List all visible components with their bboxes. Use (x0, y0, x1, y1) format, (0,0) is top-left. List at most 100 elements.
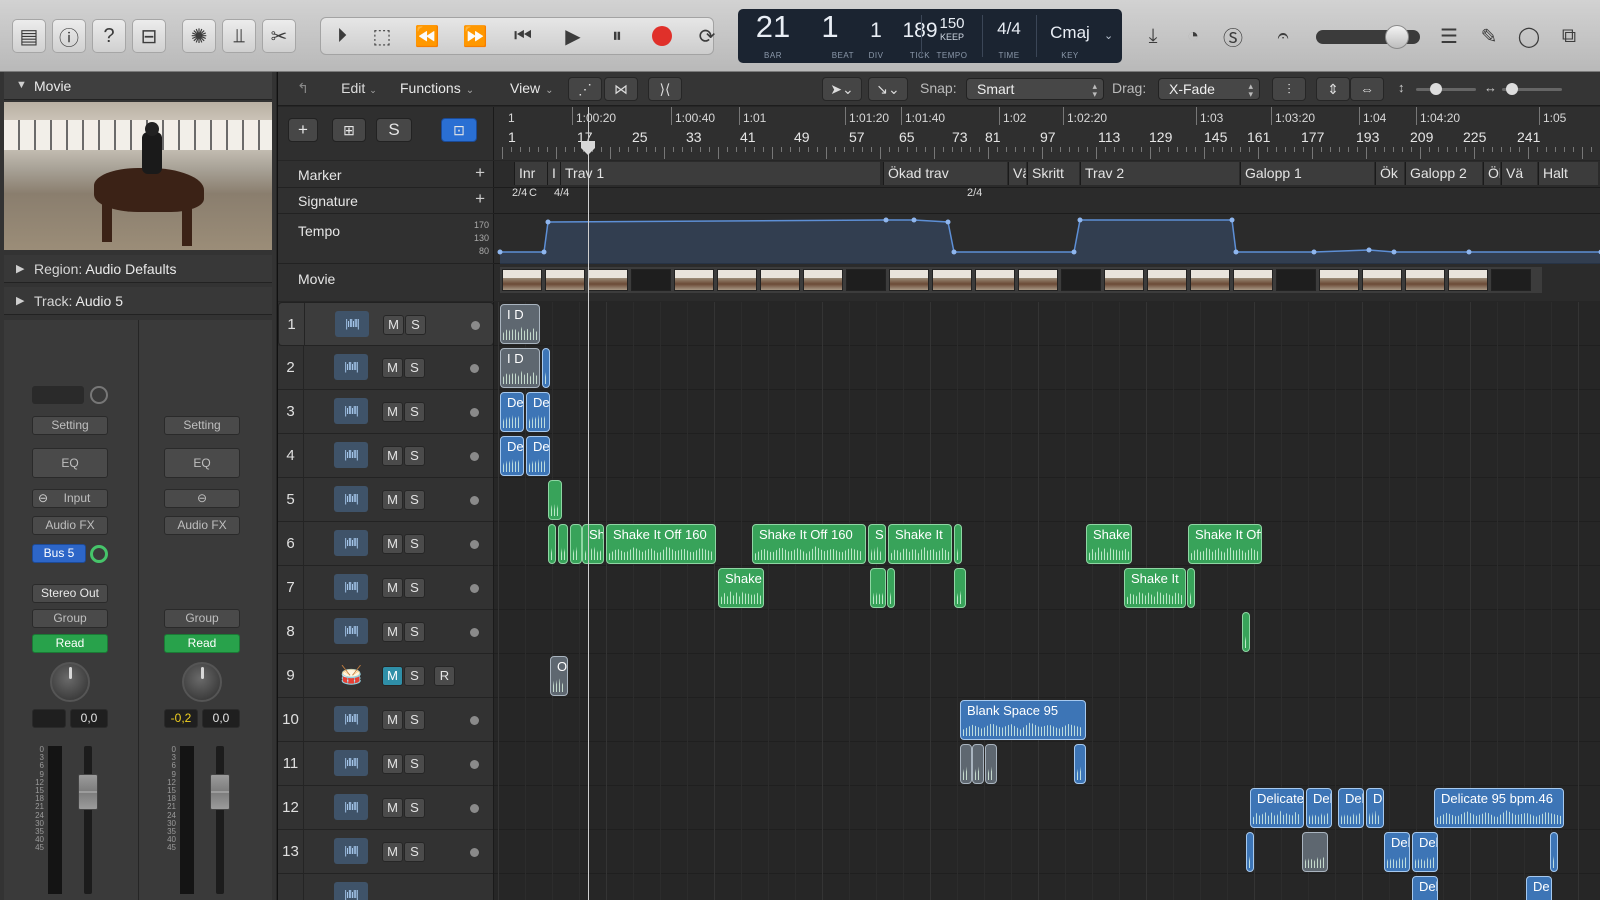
audio-waveform-icon[interactable]: |ıllıll| (334, 530, 368, 556)
marker-8[interactable]: Ök (1375, 162, 1404, 185)
audio-region[interactable] (542, 348, 550, 388)
drag-select[interactable]: X-Fade ▴ ▾ (1158, 78, 1260, 100)
audio-waveform-icon[interactable]: |ıllıll| (335, 311, 369, 337)
marker-4[interactable]: Vä (1008, 162, 1026, 185)
pause-icon[interactable]: ⏸ (600, 19, 634, 53)
strip2-pan-knob[interactable] (182, 662, 222, 702)
audio-region[interactable]: Shake It (1124, 568, 1186, 608)
audio-region[interactable]: Sh (582, 524, 604, 564)
global-solo-button[interactable]: S (376, 118, 412, 142)
strip2-fader-track[interactable] (216, 746, 224, 894)
signature-0[interactable]: 2/4 (512, 188, 527, 199)
audio-waveform-icon[interactable]: |ıllıll| (334, 486, 368, 512)
record-icon[interactable] (645, 19, 679, 53)
track-lanes[interactable]: I D I D Del De Del De Sh Shake It Off 160 Shake … (494, 302, 1600, 900)
fast-forward-icon[interactable]: ⏩ (458, 19, 492, 53)
audio-region[interactable]: Del (1412, 876, 1438, 900)
play-from-start-icon[interactable]: ⏵ (325, 19, 359, 53)
mute-button[interactable]: M (382, 446, 403, 466)
editors-scissors-icon[interactable]: ✂ (262, 19, 296, 53)
mute-button[interactable]: M (382, 710, 403, 730)
mute-button[interactable]: M (382, 622, 403, 642)
signature-2[interactable]: 4/4 (554, 188, 569, 199)
strip2-group-button[interactable]: Group (164, 609, 240, 628)
audio-waveform-icon[interactable]: |ıllıll| (334, 882, 368, 900)
strip2-link-button[interactable]: ⊖ (164, 489, 240, 508)
strip2-setting-button[interactable]: Setting (164, 416, 240, 435)
audio-region[interactable]: Del (1384, 832, 1410, 872)
audio-region[interactable]: D (1366, 788, 1384, 828)
mute-button[interactable]: M (382, 402, 403, 422)
record-enable-dot-icon[interactable] (470, 848, 479, 857)
marker-7[interactable]: Galopp 1 (1240, 162, 1374, 185)
track-header-6[interactable]: 6 |ıllıll| M S (278, 522, 493, 566)
strip2-automation-read-button[interactable]: Read (164, 634, 240, 653)
smart-controls-icon[interactable]: ✺ (182, 19, 216, 53)
audio-region[interactable] (558, 524, 568, 564)
solo-button[interactable]: S (404, 534, 425, 554)
solo-button[interactable]: S (405, 315, 426, 335)
marker-6[interactable]: Trav 2 (1080, 162, 1239, 185)
rewind-icon[interactable]: ⏪ (410, 19, 444, 53)
audio-waveform-icon[interactable]: |ıllıll| (334, 706, 368, 732)
marker-12[interactable]: Halt (1538, 162, 1598, 185)
solo-mode-icon[interactable]: Ⓢ (1216, 19, 1250, 53)
strip1-eq-button[interactable]: EQ (32, 448, 108, 478)
audio-region[interactable] (954, 524, 962, 564)
audio-region[interactable] (1074, 744, 1086, 784)
mute-button[interactable]: M (382, 578, 403, 598)
track-section-header[interactable]: ▶ Track: Audio 5 (4, 287, 272, 315)
loop-browser-icon[interactable]: ⧉ (1552, 19, 1586, 53)
solo-button[interactable]: S (404, 578, 425, 598)
audio-region[interactable]: Shake It (888, 524, 952, 564)
strip2-eq-button[interactable]: EQ (164, 448, 240, 478)
record-enable-dot-icon[interactable] (470, 804, 479, 813)
marker-2[interactable]: Trav 1 (560, 162, 880, 185)
toolbar-toggle-icon[interactable]: ⊟ (132, 19, 166, 53)
record-enable-dot-icon[interactable] (470, 760, 479, 769)
record-enable-dot-icon[interactable] (470, 716, 479, 725)
track-header-11[interactable]: 11 |ıllıll| M S (278, 742, 493, 786)
solo-button[interactable]: S (404, 490, 425, 510)
view-menu[interactable]: View ⌄ (510, 80, 553, 96)
solo-button[interactable]: S (404, 798, 425, 818)
solo-button[interactable]: S (404, 622, 425, 642)
strip1-output-button[interactable]: Stereo Out (32, 584, 108, 603)
mute-button[interactable]: M (383, 315, 404, 335)
marker-1[interactable]: I (547, 162, 560, 185)
back-arrow-icon[interactable]: ↰ (286, 77, 320, 101)
track-header-10[interactable]: 10 |ıllıll| M S (278, 698, 493, 742)
strip1-group-button[interactable]: Group (32, 609, 108, 628)
marker-3[interactable]: Ökad trav (883, 162, 1007, 185)
audio-region[interactable] (570, 524, 582, 564)
track-header-8[interactable]: 8 |ıllıll| M S (278, 610, 493, 654)
cpu-meter-icon[interactable]: ◔ (1176, 19, 1210, 53)
audio-region[interactable] (1246, 832, 1254, 872)
mute-button[interactable]: M (382, 358, 403, 378)
audio-region[interactable]: Shake It Off 160 (606, 524, 716, 564)
strip1-volume-value[interactable]: 0,0 (70, 709, 108, 728)
solo-button[interactable]: S (404, 842, 425, 862)
audio-region[interactable]: De (526, 392, 550, 432)
record-enable-dot-icon[interactable] (470, 364, 479, 373)
strip1-input-button[interactable]: ⊖ Input (32, 489, 108, 508)
audio-region[interactable] (1550, 832, 1558, 872)
audio-region[interactable] (972, 744, 984, 784)
strip2-audio-fx-slot[interactable]: Audio FX (164, 516, 240, 535)
inspector-icon[interactable]: ⓘ (52, 19, 86, 53)
record-enable-dot-icon[interactable] (470, 452, 479, 461)
input-monitor-icon[interactable] (90, 386, 108, 404)
audio-waveform-icon[interactable]: |ıllıll| (334, 442, 368, 468)
bounce-icon[interactable]: ⤓ (1136, 19, 1170, 53)
track-header-4[interactable]: 4 |ıllıll| M S (278, 434, 493, 478)
audio-region[interactable]: Delicate (1250, 788, 1304, 828)
strip1-audio-fx-slot[interactable]: Audio FX (32, 516, 108, 535)
mute-button[interactable]: M (382, 490, 403, 510)
edit-menu[interactable]: Edit ⌄ (330, 77, 388, 101)
signature-1[interactable]: C (529, 188, 537, 199)
mute-button[interactable]: M (382, 842, 403, 862)
audio-region[interactable]: Shake It Off (1188, 524, 1262, 564)
audio-region[interactable]: Del (1338, 788, 1364, 828)
track-header-2[interactable]: 2 |ıllıll| M S (278, 346, 493, 390)
play-selection-icon[interactable]: ⬚ (365, 19, 399, 53)
